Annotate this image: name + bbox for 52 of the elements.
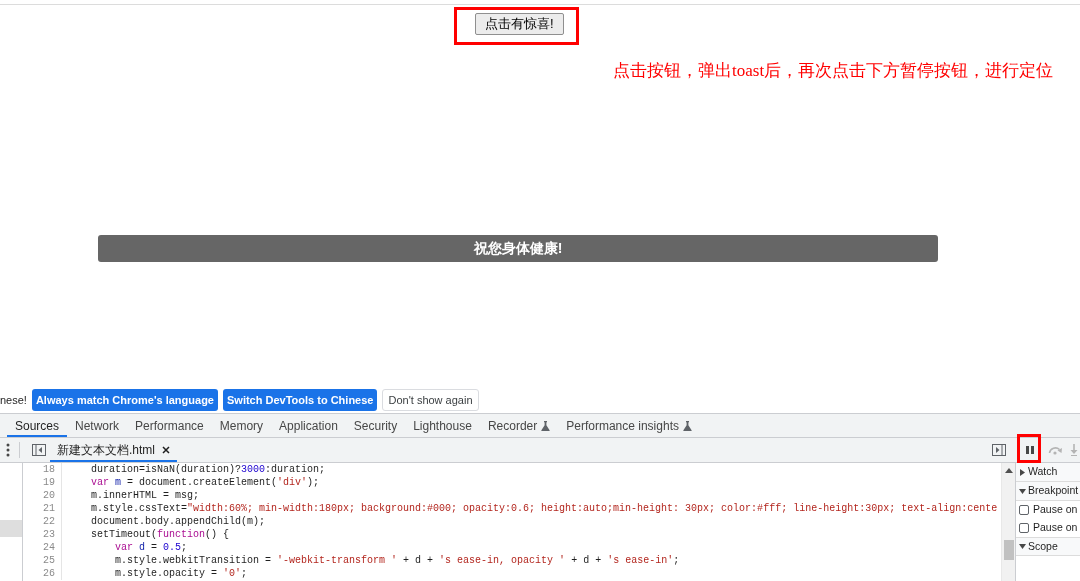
code-line: duration=isNaN(duration)?3000:duration; bbox=[90, 463, 326, 476]
scrollbar-track[interactable] bbox=[1001, 463, 1015, 581]
close-icon[interactable] bbox=[162, 446, 170, 454]
line-number: 26 bbox=[23, 567, 62, 580]
checkbox[interactable] bbox=[1019, 505, 1029, 515]
code-line: m.style.cssText="width:60%; min-width:180px; background:#000; opacity:0.6; height:auto;min-height: 30px; color:#fff; line-height:30px; text-align:cente bbox=[90, 502, 998, 515]
line-number: 18 bbox=[23, 463, 62, 476]
panel-tab[interactable]: Performance insights bbox=[558, 414, 700, 437]
panel-tab[interactable]: Application bbox=[271, 414, 346, 437]
panel-tab[interactable]: Network bbox=[67, 414, 128, 437]
annotation-text: 点击按钮，弹出toast后，再次点击下方暂停按钮，进行定位 bbox=[613, 61, 1054, 80]
line-number: 23 bbox=[23, 528, 62, 541]
section-header[interactable]: Breakpoint bbox=[1016, 482, 1080, 501]
selected-row-highlight bbox=[0, 520, 22, 537]
down-arrow-icon bbox=[1070, 444, 1078, 456]
section-header[interactable]: Watch bbox=[1016, 463, 1080, 482]
infobar-button[interactable]: Don't show again bbox=[382, 389, 479, 411]
code-line: m.style.webkitTransition = '-webkit-transform ' + d + 's ease-in, opacity ' + d + 's ease-in'; bbox=[114, 554, 680, 567]
infobar-button[interactable]: Switch DevTools to Chinese bbox=[223, 389, 378, 411]
panel-toggle-icon[interactable] bbox=[32, 444, 46, 456]
panel-tab[interactable]: Lighthouse bbox=[405, 414, 480, 437]
code-line: m.innerHTML = msg; bbox=[90, 489, 200, 502]
line-number: 25 bbox=[23, 554, 62, 567]
line-number: 19 bbox=[23, 476, 62, 489]
infobar-message: nese! bbox=[0, 393, 27, 408]
panel-tab[interactable]: Performance bbox=[127, 414, 212, 437]
panel-tab[interactable]: Security bbox=[345, 414, 406, 437]
step-over-icon bbox=[1047, 445, 1063, 455]
pause-icon bbox=[1025, 445, 1035, 455]
file-tab[interactable]: 新建文本文档.html bbox=[50, 438, 177, 462]
code-line: var d = 0.5; bbox=[114, 541, 188, 554]
code-line: document.body.appendChild(m); bbox=[90, 515, 266, 528]
surprise-button[interactable]: 点击有惊喜! bbox=[475, 13, 564, 35]
checkbox[interactable] bbox=[1019, 523, 1029, 533]
checkbox-label: Pause on bbox=[1033, 520, 1078, 536]
code-line: var m = document.createElement('div'); bbox=[90, 476, 320, 489]
toast-message: 祝您身体健康! bbox=[98, 235, 938, 262]
code-line: setTimeout(function() { bbox=[90, 528, 230, 541]
scroll-up-icon[interactable] bbox=[1004, 468, 1013, 473]
checkbox-label: Pause on bbox=[1033, 502, 1078, 518]
section-header[interactable]: Scope bbox=[1016, 537, 1080, 556]
panel-tab[interactable]: Recorder bbox=[479, 414, 559, 437]
line-number: 20 bbox=[23, 489, 62, 502]
infobar-button[interactable]: Always match Chrome's language bbox=[31, 389, 218, 411]
line-number: 22 bbox=[23, 515, 62, 528]
more-options-icon[interactable] bbox=[6, 443, 10, 457]
scrollbar-thumb[interactable] bbox=[1003, 540, 1014, 560]
panel-tab[interactable]: Memory bbox=[211, 414, 272, 437]
line-number: 24 bbox=[23, 541, 62, 554]
panel-toggle-icon[interactable] bbox=[992, 444, 1006, 456]
line-number: 21 bbox=[23, 502, 62, 515]
code-line: m.style.opacity = '0'; bbox=[114, 567, 248, 580]
